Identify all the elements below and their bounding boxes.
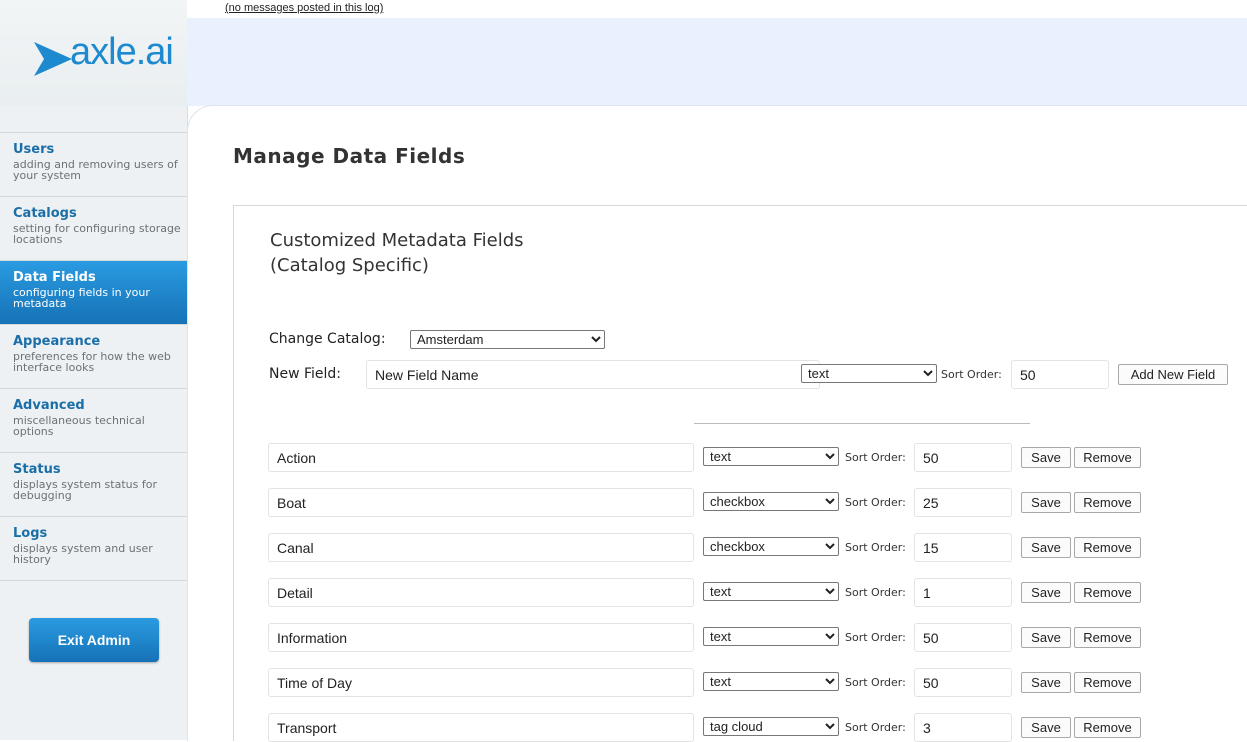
header-bar: [187, 18, 1247, 106]
sidebar-item-data-fields[interactable]: Data Fields configuring fields in your me…: [0, 261, 187, 325]
field-name-input[interactable]: [268, 713, 694, 742]
sidebar-item-description: preferences for how the web interface lo…: [13, 350, 171, 374]
new-field-type-select[interactable]: text: [801, 364, 937, 383]
section-title-line1: Customized Metadata Fields: [270, 230, 524, 251]
sidebar-item-users[interactable]: Users adding and removing users of your s…: [0, 133, 187, 197]
sidebar-item-description: setting for configuring storage location…: [13, 222, 181, 246]
field-sort-input[interactable]: [914, 533, 1012, 562]
add-new-field-button[interactable]: Add New Field: [1118, 364, 1228, 385]
field-sort-label: Sort Order:: [845, 676, 906, 689]
sidebar-item-catalogs[interactable]: Catalogs setting for configuring storage …: [0, 197, 187, 261]
sidebar-item-title: Status: [13, 462, 61, 477]
change-catalog-label: Change Catalog:: [269, 331, 386, 347]
sidebar-item-title: Data Fields: [13, 270, 96, 285]
field-type-select[interactable]: text: [703, 627, 839, 646]
field-name-input[interactable]: [268, 533, 694, 562]
catalog-select[interactable]: Amsterdam: [410, 330, 605, 349]
field-sort-input[interactable]: [914, 623, 1012, 652]
exit-admin-button[interactable]: Exit Admin: [29, 618, 159, 662]
new-field-sort-label: Sort Order:: [941, 368, 1002, 381]
field-type-select[interactable]: text: [703, 447, 839, 466]
field-type-select[interactable]: checkbox: [703, 492, 839, 511]
field-sort-label: Sort Order:: [845, 631, 906, 644]
save-button[interactable]: Save: [1021, 627, 1071, 648]
logo-text: axle.ai: [70, 31, 174, 73]
sidebar-item-title: Users: [13, 142, 55, 157]
field-sort-label: Sort Order:: [845, 586, 906, 599]
field-type-select[interactable]: tag cloud: [703, 717, 839, 736]
remove-button[interactable]: Remove: [1074, 627, 1141, 648]
new-field-name-input[interactable]: [366, 360, 820, 389]
page-title: Manage Data Fields: [233, 144, 466, 168]
save-button[interactable]: Save: [1021, 717, 1071, 738]
sidebar-item-logs[interactable]: Logs displays system and user history: [0, 517, 187, 581]
save-button[interactable]: Save: [1021, 582, 1071, 603]
remove-button[interactable]: Remove: [1074, 717, 1141, 738]
remove-button[interactable]: Remove: [1074, 672, 1141, 693]
field-sort-input[interactable]: [914, 668, 1012, 697]
field-name-input[interactable]: [268, 578, 694, 607]
divider: [694, 423, 1030, 424]
field-sort-label: Sort Order:: [845, 496, 906, 509]
field-name-input[interactable]: [268, 488, 694, 517]
new-field-label: New Field:: [269, 366, 342, 382]
remove-button[interactable]: Remove: [1074, 492, 1141, 513]
field-name-input[interactable]: [268, 623, 694, 652]
section-title-line2: (Catalog Specific): [270, 255, 429, 276]
sidebar-item-description: displays system status for debugging: [13, 478, 157, 502]
section-title: Customized Metadata Fields (Catalog Spec…: [270, 228, 524, 278]
field-sort-input[interactable]: [914, 443, 1012, 472]
sidebar-item-title: Advanced: [13, 398, 85, 413]
axle-logo-icon: [34, 42, 72, 76]
sidebar-item-status[interactable]: Status displays system status for debuggi…: [0, 453, 187, 517]
sidebar-item-advanced[interactable]: Advanced miscellaneous technical options: [0, 389, 187, 453]
field-type-select[interactable]: checkbox: [703, 537, 839, 556]
save-button[interactable]: Save: [1021, 672, 1071, 693]
field-sort-label: Sort Order:: [845, 721, 906, 734]
new-field-sort-input[interactable]: [1011, 360, 1109, 389]
remove-button[interactable]: Remove: [1074, 582, 1141, 603]
sidebar-item-title: Catalogs: [13, 206, 77, 221]
save-button[interactable]: Save: [1021, 492, 1071, 513]
save-button[interactable]: Save: [1021, 447, 1071, 468]
field-sort-input[interactable]: [914, 713, 1012, 742]
logo: axle.ai: [0, 0, 187, 106]
field-type-select[interactable]: text: [703, 582, 839, 601]
field-name-input[interactable]: [268, 668, 694, 697]
field-sort-label: Sort Order:: [845, 541, 906, 554]
field-sort-label: Sort Order:: [845, 451, 906, 464]
sidebar-item-description: adding and removing users of your system: [13, 158, 178, 182]
sidebar: axle.ai Users adding and removing users o…: [0, 0, 188, 740]
sidebar-item-appearance[interactable]: Appearance preferences for how the web in…: [0, 325, 187, 389]
remove-button[interactable]: Remove: [1074, 447, 1141, 468]
field-name-input[interactable]: [268, 443, 694, 472]
sidebar-item-description: miscellaneous technical options: [13, 414, 145, 438]
save-button[interactable]: Save: [1021, 537, 1071, 558]
admin-nav: Users adding and removing users of your s…: [0, 132, 187, 581]
remove-button[interactable]: Remove: [1074, 537, 1141, 558]
sidebar-item-title: Logs: [13, 526, 48, 541]
field-sort-input[interactable]: [914, 488, 1012, 517]
fields-card: [233, 205, 1247, 741]
sidebar-item-description: configuring fields in your metadata: [13, 286, 150, 310]
sidebar-item-description: displays system and user history: [13, 542, 153, 566]
field-sort-input[interactable]: [914, 578, 1012, 607]
field-type-select[interactable]: text: [703, 672, 839, 691]
messages-link[interactable]: (no messages posted in this log): [225, 2, 383, 14]
sidebar-item-title: Appearance: [13, 334, 101, 349]
